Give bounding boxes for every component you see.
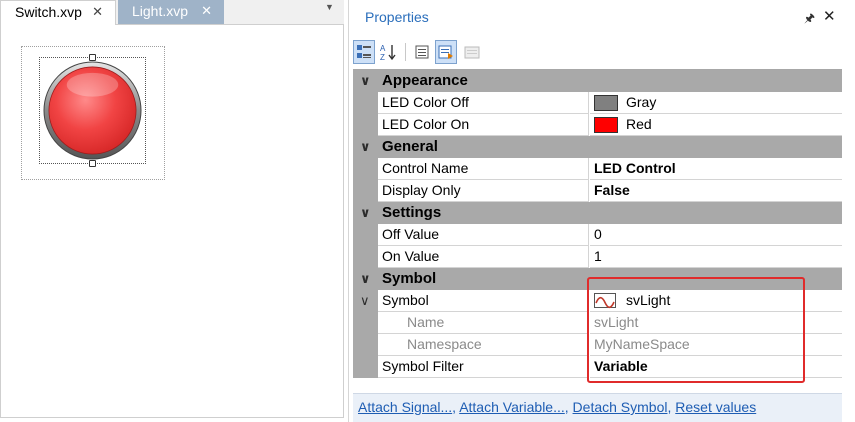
categorized-button[interactable] [353, 40, 375, 64]
category-label: Settings [382, 204, 442, 221]
property-name: On Value [378, 246, 589, 268]
link-separator: , [564, 399, 569, 415]
disabled-icon [464, 46, 480, 59]
property-name: Name [378, 312, 589, 334]
property-name: Off Value [378, 224, 589, 246]
link-separator: , [667, 399, 672, 415]
chevron-down-icon[interactable]: ∨ [360, 70, 376, 92]
highlight-box [587, 277, 805, 383]
disabled-button[interactable] [461, 40, 483, 64]
property-value[interactable]: Gray [590, 92, 842, 114]
chevron-down-icon[interactable]: ∨ [360, 136, 376, 158]
category-label: General [382, 138, 438, 155]
property-row-on-value[interactable]: On Value 1 [353, 246, 842, 268]
chevron-down-icon[interactable]: ∨ [360, 202, 376, 224]
pin-icon[interactable]: 🖈 [804, 9, 815, 30]
scrollbar[interactable] [843, 34, 855, 422]
color-swatch [594, 117, 618, 133]
close-icon[interactable]: ✕ [201, 0, 212, 22]
property-value[interactable]: LED Control [590, 158, 842, 180]
tab-label: Switch.xvp [15, 4, 82, 20]
property-name: LED Color On [378, 114, 589, 136]
category-settings[interactable]: ∨ Settings [353, 202, 842, 224]
app-window: Switch.xvp ✕ Light.xvp ✕ ▼ Properties 🖈 … [0, 0, 855, 422]
reset-values-link[interactable]: Reset values [675, 399, 756, 415]
property-name: Symbol [378, 290, 589, 312]
color-swatch [594, 95, 618, 111]
attach-signal-link[interactable]: Attach Signal... [358, 399, 452, 415]
property-name: LED Color Off [378, 92, 589, 114]
tab-label: Light.xvp [132, 3, 189, 19]
document-tab-bar: Switch.xvp ✕ Light.xvp ✕ ▼ [0, 0, 344, 25]
category-label: Symbol [382, 270, 437, 287]
svg-text:Z: Z [380, 53, 385, 61]
property-row-control-name[interactable]: Control Name LED Control [353, 158, 842, 180]
chevron-down-icon[interactable]: ∨ [360, 268, 376, 290]
detach-symbol-link[interactable]: Detach Symbol [573, 399, 668, 415]
property-pages-icon [415, 45, 429, 59]
property-name: Display Only [378, 180, 589, 202]
property-row-display-only[interactable]: Display Only False [353, 180, 842, 202]
close-icon[interactable]: ✕ [92, 1, 103, 23]
property-value[interactable]: 1 [590, 246, 842, 268]
led-control[interactable] [43, 61, 142, 160]
panel-header: Properties 🖈 ✕ [349, 0, 855, 34]
property-name: Namespace [378, 334, 589, 356]
svg-text:A: A [380, 44, 386, 53]
property-name: Symbol Filter [378, 356, 589, 378]
category-appearance[interactable]: ∨ Appearance [353, 70, 842, 92]
category-label: Appearance [382, 72, 468, 89]
property-value[interactable]: 0 [590, 224, 842, 246]
close-icon[interactable]: ✕ [823, 7, 836, 25]
panel-title: Properties [365, 9, 429, 25]
events-button[interactable] [435, 40, 457, 64]
alphabetical-button[interactable]: A Z [377, 40, 399, 64]
attach-variable-link[interactable]: Attach Variable... [459, 399, 565, 415]
property-name: Control Name [378, 158, 589, 180]
resize-handle-bottom[interactable] [89, 160, 96, 167]
categorized-icon [357, 45, 371, 58]
property-pages-button[interactable] [411, 40, 433, 64]
tab-switch-xvp[interactable]: Switch.xvp ✕ [0, 0, 116, 25]
property-row-off-value[interactable]: Off Value 0 [353, 224, 842, 246]
dropdown-arrow-icon[interactable]: ▼ [325, 2, 334, 12]
tab-light-xvp[interactable]: Light.xvp ✕ [118, 0, 224, 24]
property-value[interactable]: False [590, 180, 842, 202]
value-text: Red [626, 116, 652, 132]
editor-area: Switch.xvp ✕ Light.xvp ✕ ▼ [0, 0, 344, 422]
chevron-down-icon[interactable]: ∨ [360, 290, 370, 312]
property-row-led-color-off[interactable]: LED Color Off Gray [353, 92, 842, 114]
commands-bar: Attach Signal..., Attach Variable..., De… [353, 393, 842, 422]
events-icon [438, 45, 453, 59]
alphabetical-icon: A Z [380, 44, 396, 61]
toolbar-separator [405, 43, 406, 61]
property-value[interactable]: Red [590, 114, 842, 136]
link-separator: , [452, 399, 457, 415]
category-general[interactable]: ∨ General [353, 136, 842, 158]
value-text: Gray [626, 94, 657, 110]
resize-handle-top[interactable] [89, 54, 96, 61]
property-row-led-color-on[interactable]: LED Color On Red [353, 114, 842, 136]
